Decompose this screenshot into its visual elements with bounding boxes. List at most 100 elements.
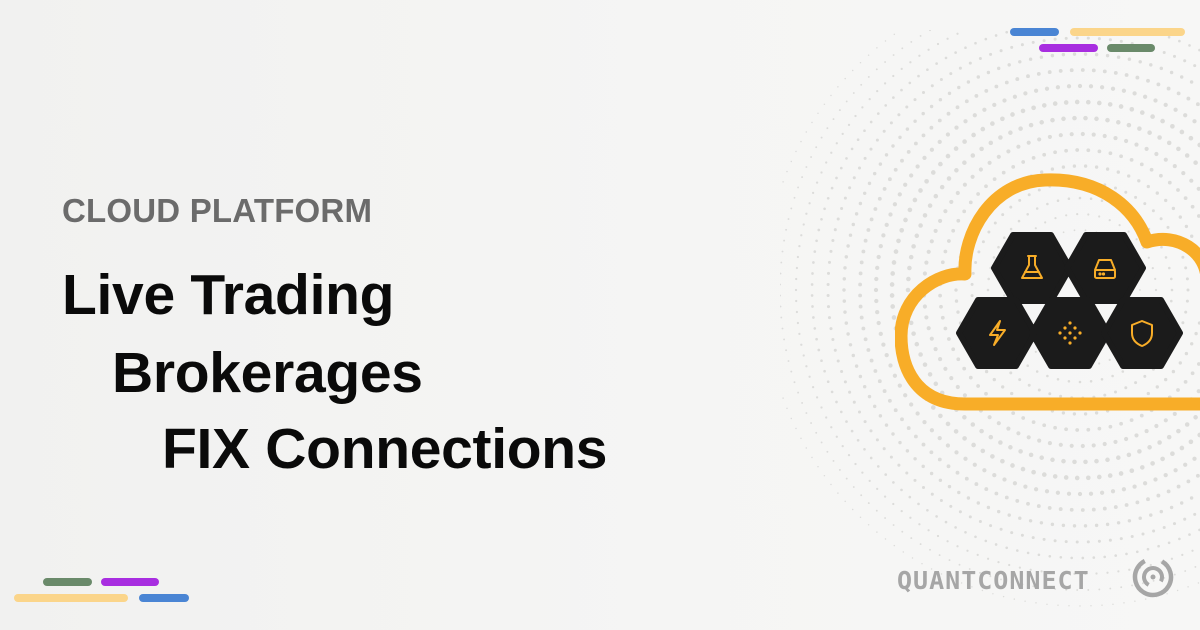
halftone-dot [980, 126, 986, 132]
halftone-dot [909, 61, 912, 64]
top-stripe-green [1107, 44, 1155, 52]
halftone-dot [930, 84, 934, 88]
halftone-dot [1068, 605, 1070, 607]
halftone-dot [867, 181, 872, 186]
halftone-dot [1010, 463, 1015, 468]
halftone-dot [1170, 451, 1175, 457]
halftone-dot [1042, 152, 1047, 157]
halftone-dot [845, 100, 848, 103]
halftone-dot [813, 250, 817, 253]
halftone-dot [1085, 475, 1091, 481]
halftone-dot [1176, 428, 1181, 434]
halftone-dot [964, 99, 969, 104]
halftone-dot [913, 478, 917, 482]
halftone-dot [1195, 102, 1200, 107]
halftone-dot [1188, 533, 1191, 536]
halftone-dot [1139, 162, 1144, 167]
halftone-dot [1086, 36, 1090, 40]
halftone-dot [852, 92, 855, 94]
halftone-dot [989, 52, 993, 56]
halftone-dot [1031, 156, 1036, 160]
halftone-dot [815, 431, 818, 434]
halftone-dot [1197, 582, 1200, 584]
halftone-dot [790, 417, 793, 420]
halftone-dot [1020, 533, 1024, 537]
halftone-dot [954, 450, 959, 455]
halftone-dot [1018, 60, 1022, 64]
halftone-dot [1050, 457, 1055, 463]
halftone-dot [963, 119, 968, 124]
halftone-dot [962, 415, 967, 420]
halftone-dot [867, 394, 872, 399]
halftone-dot [1080, 443, 1085, 449]
halftone-dot [1072, 115, 1077, 121]
halftone-dot [1075, 148, 1080, 152]
halftone-dot [944, 56, 948, 60]
halftone-dot [872, 171, 877, 176]
bottom-stripe-blue [139, 594, 189, 602]
halftone-dot [1119, 39, 1123, 43]
halftone-dot [1124, 503, 1129, 507]
halftone-dot [830, 94, 832, 97]
halftone-dot [945, 153, 951, 159]
halftone-dot [1000, 116, 1005, 122]
halftone-dot [889, 455, 893, 459]
halftone-dot [927, 529, 930, 532]
halftone-dot [1189, 496, 1194, 500]
halftone-dot [867, 502, 870, 505]
halftone-dot [1064, 36, 1068, 40]
halftone-dot [1099, 85, 1105, 90]
halftone-dot [1074, 475, 1080, 481]
halftone-dot [1037, 137, 1042, 142]
halftone-dot [854, 114, 857, 118]
halftone-dot [1048, 554, 1052, 558]
halftone-dot [1194, 565, 1197, 568]
halftone-dot [1039, 120, 1044, 125]
halftone-dot [1163, 472, 1168, 478]
halftone-dot [857, 410, 862, 414]
halftone-dot [811, 385, 815, 389]
halftone-dot [826, 450, 829, 453]
halftone-dot [939, 498, 943, 503]
halftone-dot [1110, 489, 1116, 494]
halftone-dot [998, 440, 1003, 445]
halftone-dot [1069, 68, 1074, 73]
halftone-dot [1023, 484, 1028, 489]
halftone-dot [922, 155, 927, 161]
halftone-dot [1088, 491, 1094, 496]
halftone-dot [994, 491, 999, 496]
halftone-dot [884, 517, 887, 519]
halftone-dot [826, 380, 830, 384]
halftone-dot [974, 93, 979, 98]
halftone-dot [869, 456, 873, 460]
halftone-dot [1124, 436, 1129, 442]
halftone-dot [862, 191, 867, 196]
halftone-dot [869, 429, 873, 433]
halftone-dot [1160, 456, 1165, 462]
halftone-dot [867, 54, 870, 56]
halftone-dot [1193, 512, 1197, 516]
halftone-dot [782, 181, 784, 183]
halftone-dot [843, 196, 847, 200]
halftone-dot [1191, 549, 1194, 552]
halftone-dot [984, 88, 989, 93]
halftone-dot [1037, 553, 1041, 557]
halftone-dot [1095, 572, 1098, 575]
halftone-dot [1126, 452, 1132, 458]
halftone-dot [1031, 105, 1036, 111]
halftone-dot [901, 530, 904, 533]
halftone-dot [805, 212, 808, 215]
halftone-dot [846, 332, 850, 336]
halftone-dot [1021, 160, 1026, 164]
halftone-dot [876, 487, 879, 491]
halftone-dot [1039, 455, 1044, 460]
halftone-dot [852, 486, 855, 488]
halftone-dot [1069, 443, 1074, 448]
halftone-dot [1124, 138, 1129, 144]
halftone-dot [820, 359, 823, 363]
halftone-dot [897, 113, 901, 117]
halftone-dot [874, 276, 879, 282]
halftone-dot [954, 51, 957, 54]
halftone-dot [832, 459, 835, 462]
halftone-dot [827, 316, 832, 320]
